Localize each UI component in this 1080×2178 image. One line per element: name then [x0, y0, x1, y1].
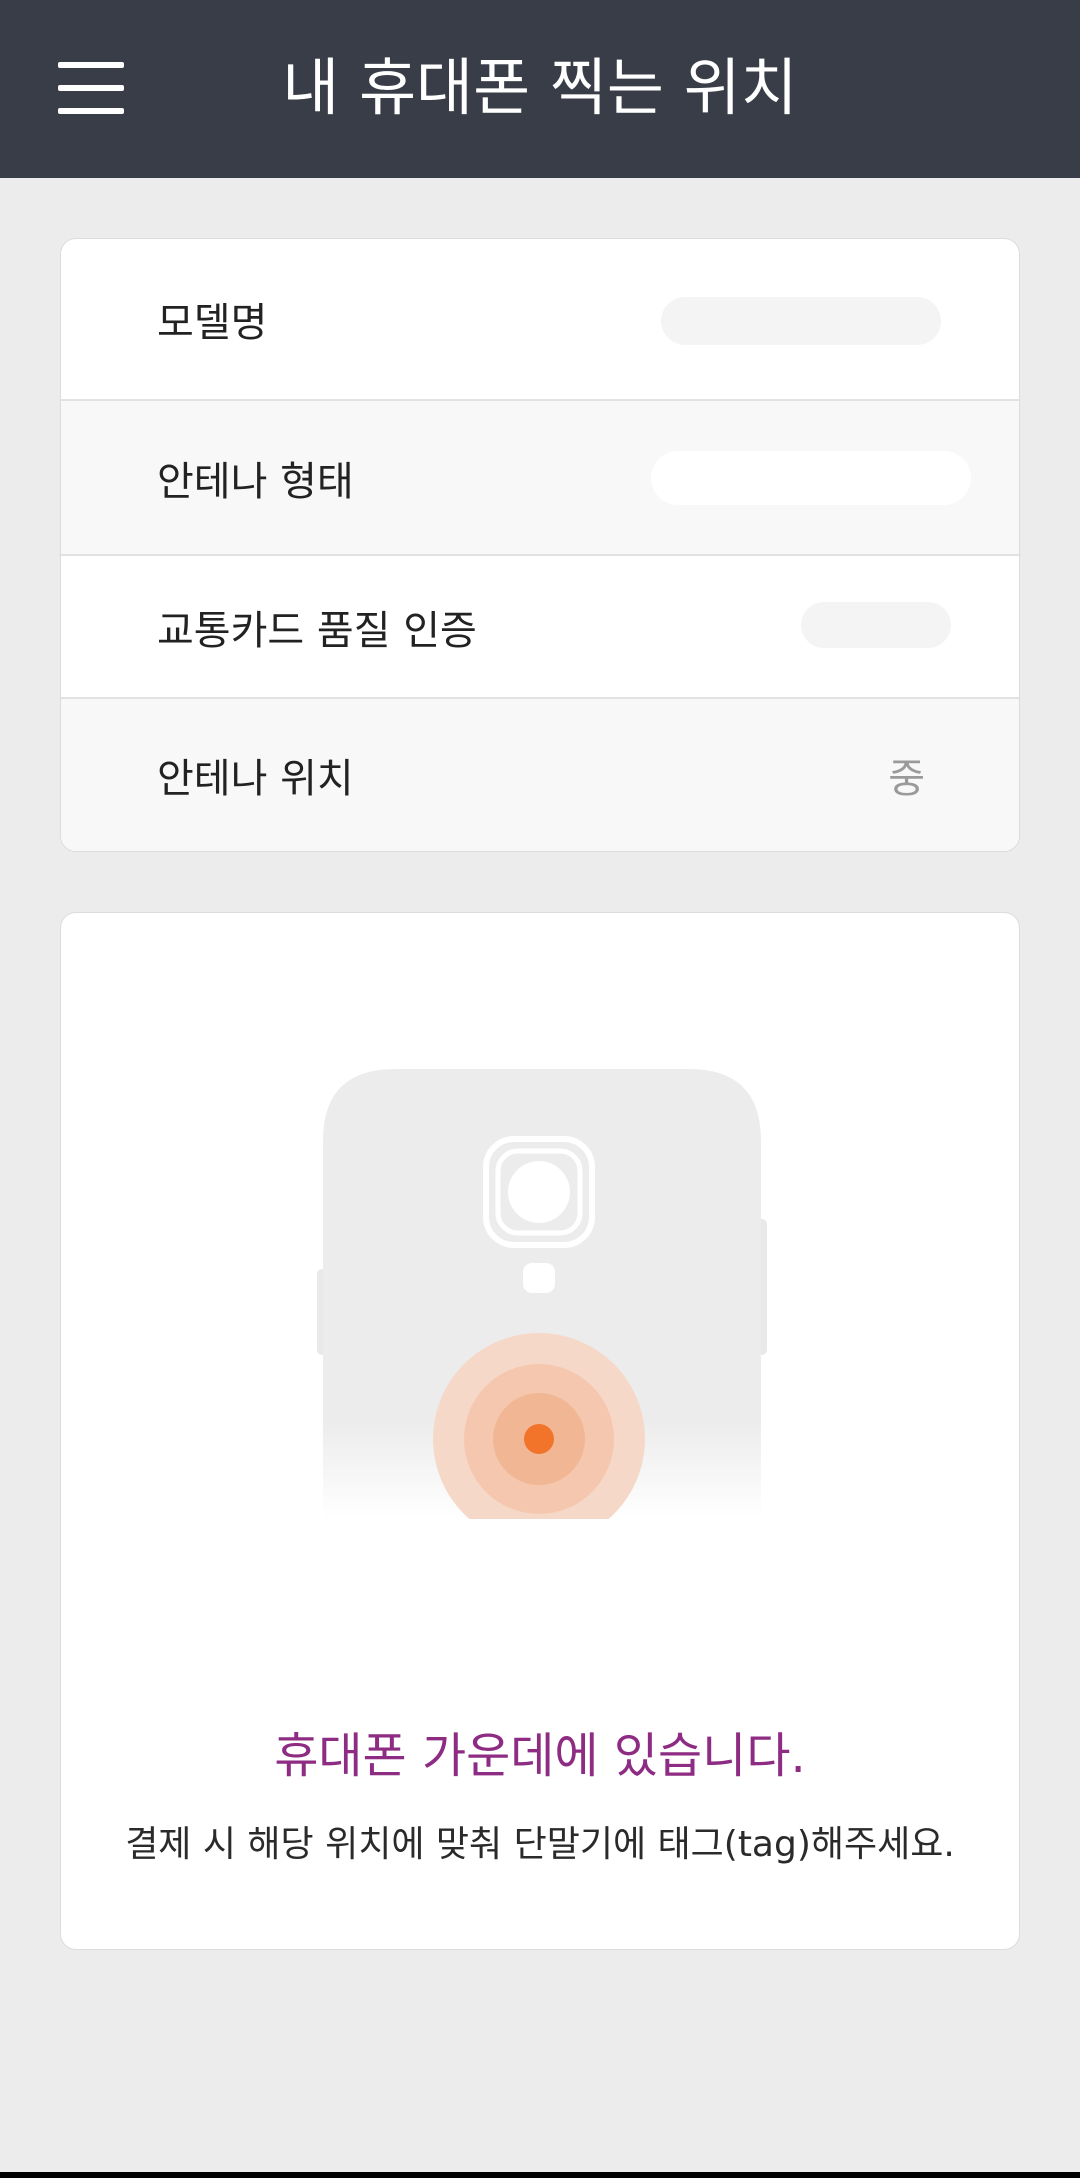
page-title: 내 휴대폰 찍는 위치 [282, 51, 798, 124]
redacted-value [801, 602, 951, 648]
model-name-label: 모델명 [157, 300, 268, 346]
antenna-location-card: 휴대폰 가운데에 있습니다. 결제 시 해당 위치에 맞춰 단말기에 태그(ta… [60, 912, 1020, 1950]
antenna-position-value: 중 [888, 756, 925, 802]
info-row-transit-card: 교통카드 품질 인증 [61, 556, 1019, 699]
redacted-value [661, 297, 941, 345]
antenna-position-label: 안테나 위치 [157, 756, 354, 802]
antenna-type-label: 안테나 형태 [157, 458, 354, 505]
antenna-location-headline: 휴대폰 가운데에 있습니다. [274, 1728, 806, 1784]
redacted-value [651, 451, 971, 505]
info-row-model: 모델명 [61, 239, 1019, 401]
tag-instruction-text: 결제 시 해당 위치에 맞춰 단말기에 태그(tag)해주세요. [125, 1824, 955, 1865]
info-row-antenna-position: 안테나 위치 중 [61, 699, 1019, 851]
app-screen: 내 휴대폰 찍는 위치 모델명 안테나 형태 교통카드 품질 인증 안테나 위치… [0, 0, 1080, 2178]
app-bar: 내 휴대폰 찍는 위치 [0, 0, 1080, 178]
bottom-divider [0, 2172, 1080, 2178]
phone-info-card: 모델명 안테나 형태 교통카드 품질 인증 안테나 위치 중 [60, 238, 1020, 852]
transit-card-cert-label: 교통카드 품질 인증 [157, 607, 477, 654]
info-row-antenna-type: 안테나 형태 [61, 401, 1019, 556]
phone-back-illustration [317, 1069, 767, 1545]
